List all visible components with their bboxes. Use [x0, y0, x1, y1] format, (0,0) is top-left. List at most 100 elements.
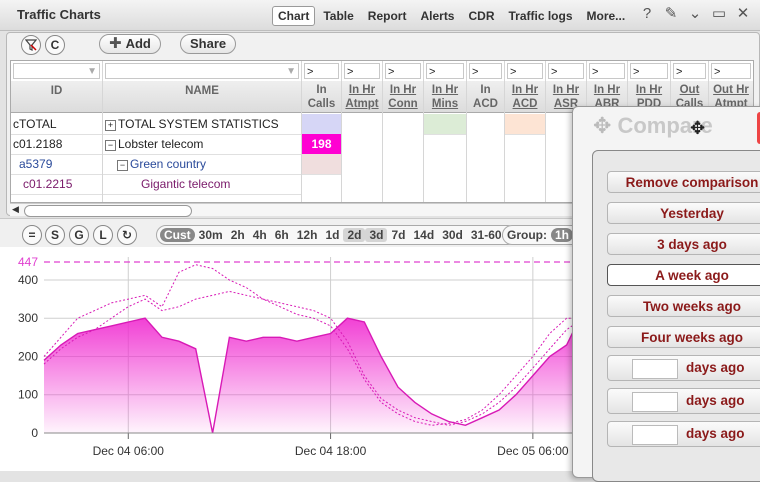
custom-days-row: days ago — [607, 388, 760, 414]
cell-id[interactable]: c01.2188 — [11, 134, 102, 155]
days-ago-label[interactable]: days ago — [686, 393, 745, 408]
col-header-in-acd[interactable]: In ACD — [467, 81, 504, 113]
filter-in-hr-abr[interactable]: > — [589, 63, 625, 79]
maximize-icon[interactable]: ▭ — [710, 5, 728, 23]
expand-icon[interactable]: + — [105, 120, 116, 131]
col-name: ▼ NAME + TOTAL SYSTEM STATISTICS − Lobster… — [103, 61, 302, 202]
custom-days-row: days ago — [607, 421, 760, 447]
chevron-down-icon[interactable]: ▼ — [87, 64, 97, 80]
chevron-down-icon[interactable]: ▼ — [286, 64, 296, 80]
collapse-icon[interactable]: ⌄ — [686, 5, 704, 23]
col-header-in-hr-acd[interactable]: In Hr ACD — [505, 81, 545, 113]
share-button[interactable]: Share — [180, 34, 237, 54]
tab-alerts[interactable]: Alerts — [414, 6, 460, 26]
y-tick-label: 0 — [31, 426, 38, 440]
cell-in-hr-mins[interactable] — [424, 114, 466, 135]
range-2d[interactable]: 2d — [343, 228, 366, 242]
tab-cdr[interactable]: CDR — [462, 6, 500, 26]
row-total-name[interactable]: + TOTAL SYSTEM STATISTICS — [103, 114, 301, 135]
filter-in-hr-pdd[interactable]: > — [630, 63, 668, 79]
cell-id[interactable]: c01.2215 — [11, 174, 102, 195]
cell-in-calls[interactable] — [302, 154, 341, 175]
group-1h[interactable]: 1h — [551, 228, 574, 242]
refresh-icon[interactable]: ↻ — [117, 225, 137, 245]
days-input[interactable] — [632, 425, 678, 445]
days-input[interactable] — [632, 392, 678, 412]
tab-more[interactable]: More... — [581, 6, 632, 26]
col-header-name[interactable]: NAME — [103, 81, 301, 113]
tab-traffic-logs[interactable]: Traffic logs — [502, 6, 578, 26]
compare-week-button[interactable]: A week ago — [607, 264, 760, 286]
days-ago-label[interactable]: days ago — [686, 426, 745, 441]
x-tick-label: Dec 04 18:00 — [295, 444, 367, 458]
cell-id[interactable]: a5379 — [11, 154, 102, 175]
col-header-id[interactable]: ID — [11, 81, 102, 113]
range-4h[interactable]: 4h — [249, 228, 271, 242]
l-button[interactable]: L — [93, 225, 113, 245]
filter-in-calls[interactable]: > — [304, 63, 339, 79]
range-1d[interactable]: 1d — [321, 228, 343, 242]
help-icon[interactable]: ? — [638, 5, 656, 23]
filter-in-hr-conn[interactable]: > — [385, 63, 421, 79]
compare-3-days-button[interactable]: 3 days ago — [607, 233, 760, 255]
tab-report[interactable]: Report — [362, 6, 413, 26]
filter-in-acd[interactable]: > — [469, 63, 502, 79]
range-12h[interactable]: 12h — [293, 228, 322, 242]
row-lobster-name[interactable]: − Lobster telecom — [103, 134, 301, 155]
range-14d[interactable]: 14d — [410, 228, 439, 242]
cell-in-calls[interactable] — [302, 114, 341, 135]
name-filter[interactable]: ▼ — [105, 63, 299, 79]
compare-yesterday-button[interactable]: Yesterday — [607, 202, 760, 224]
filter-in-hr-acd[interactable]: > — [507, 63, 543, 79]
s-button[interactable]: S — [45, 225, 65, 245]
add-button[interactable]: ✚ Add — [99, 34, 161, 54]
compare-four-weeks-button[interactable]: Four weeks ago — [607, 326, 760, 348]
collapse-row-icon[interactable]: − — [117, 160, 128, 171]
filter-out-calls[interactable]: > — [673, 63, 706, 79]
collapse-row-icon[interactable]: − — [105, 140, 116, 151]
col-in-hr-acd: > In Hr ACD — [505, 61, 546, 202]
move-icon[interactable]: ✥ — [593, 113, 611, 138]
col-header-in-hr-conn[interactable]: In Hr Conn — [383, 81, 423, 113]
filter-in-hr-mins[interactable]: > — [426, 63, 464, 79]
range-30d[interactable]: 30d — [438, 228, 467, 242]
scroll-thumb[interactable] — [24, 205, 192, 217]
row-gigantic-name[interactable]: Gigantic telecom — [103, 174, 301, 195]
range-30m[interactable]: 30m — [195, 228, 227, 242]
range-3d[interactable]: 3d — [365, 228, 388, 242]
tab-chart[interactable]: Chart — [272, 6, 316, 26]
filter-in-hr-asr[interactable]: > — [548, 63, 584, 79]
y-tick-label: 400 — [18, 273, 38, 287]
col-in-acd: > In ACD — [467, 61, 505, 202]
edit-icon[interactable]: ✎ — [662, 5, 680, 23]
compare-two-weeks-button[interactable]: Two weeks ago — [607, 295, 760, 317]
row-green-name[interactable]: − Green country — [103, 154, 301, 175]
x-tick-label: Dec 04 06:00 — [93, 444, 165, 458]
filter-clear-icon[interactable] — [21, 35, 41, 55]
range-2h[interactable]: 2h — [227, 228, 249, 242]
c-button[interactable]: C — [45, 35, 65, 55]
range-7d[interactable]: 7d — [387, 228, 409, 242]
days-input[interactable] — [632, 359, 678, 379]
cell-in-calls-value[interactable]: 198 — [302, 134, 341, 155]
move-cursor-icon: ✥ — [690, 118, 706, 138]
scroll-left-icon[interactable]: ◀ — [12, 204, 19, 215]
g-button[interactable]: G — [69, 225, 89, 245]
remove-comparison-button[interactable]: Remove comparison — [607, 171, 760, 193]
equal-button[interactable]: = — [22, 225, 42, 245]
x-tick-label: Dec 05 06:00 — [497, 444, 569, 458]
days-ago-label[interactable]: days ago — [686, 360, 745, 375]
col-header-in-hr-mins[interactable]: In Hr Mins — [424, 81, 466, 113]
col-header-in-calls[interactable]: In Calls — [302, 81, 341, 113]
cell-id[interactable]: cTOTAL — [11, 114, 102, 135]
close-icon[interactable]: ✕ — [734, 5, 752, 23]
id-filter[interactable]: ▼ — [13, 63, 100, 79]
filter-out-hr-atmpt[interactable]: > — [711, 63, 751, 79]
col-header-in-hr-atmpt[interactable]: In Hr Atmpt — [342, 81, 382, 113]
cell-in-hr-acd[interactable] — [505, 114, 545, 135]
range-6h[interactable]: 6h — [271, 228, 293, 242]
range-cust[interactable]: Cust — [160, 228, 195, 242]
y-tick-label: 100 — [18, 388, 38, 402]
tab-table[interactable]: Table — [317, 6, 359, 26]
filter-in-hr-atmpt[interactable]: > — [344, 63, 380, 79]
